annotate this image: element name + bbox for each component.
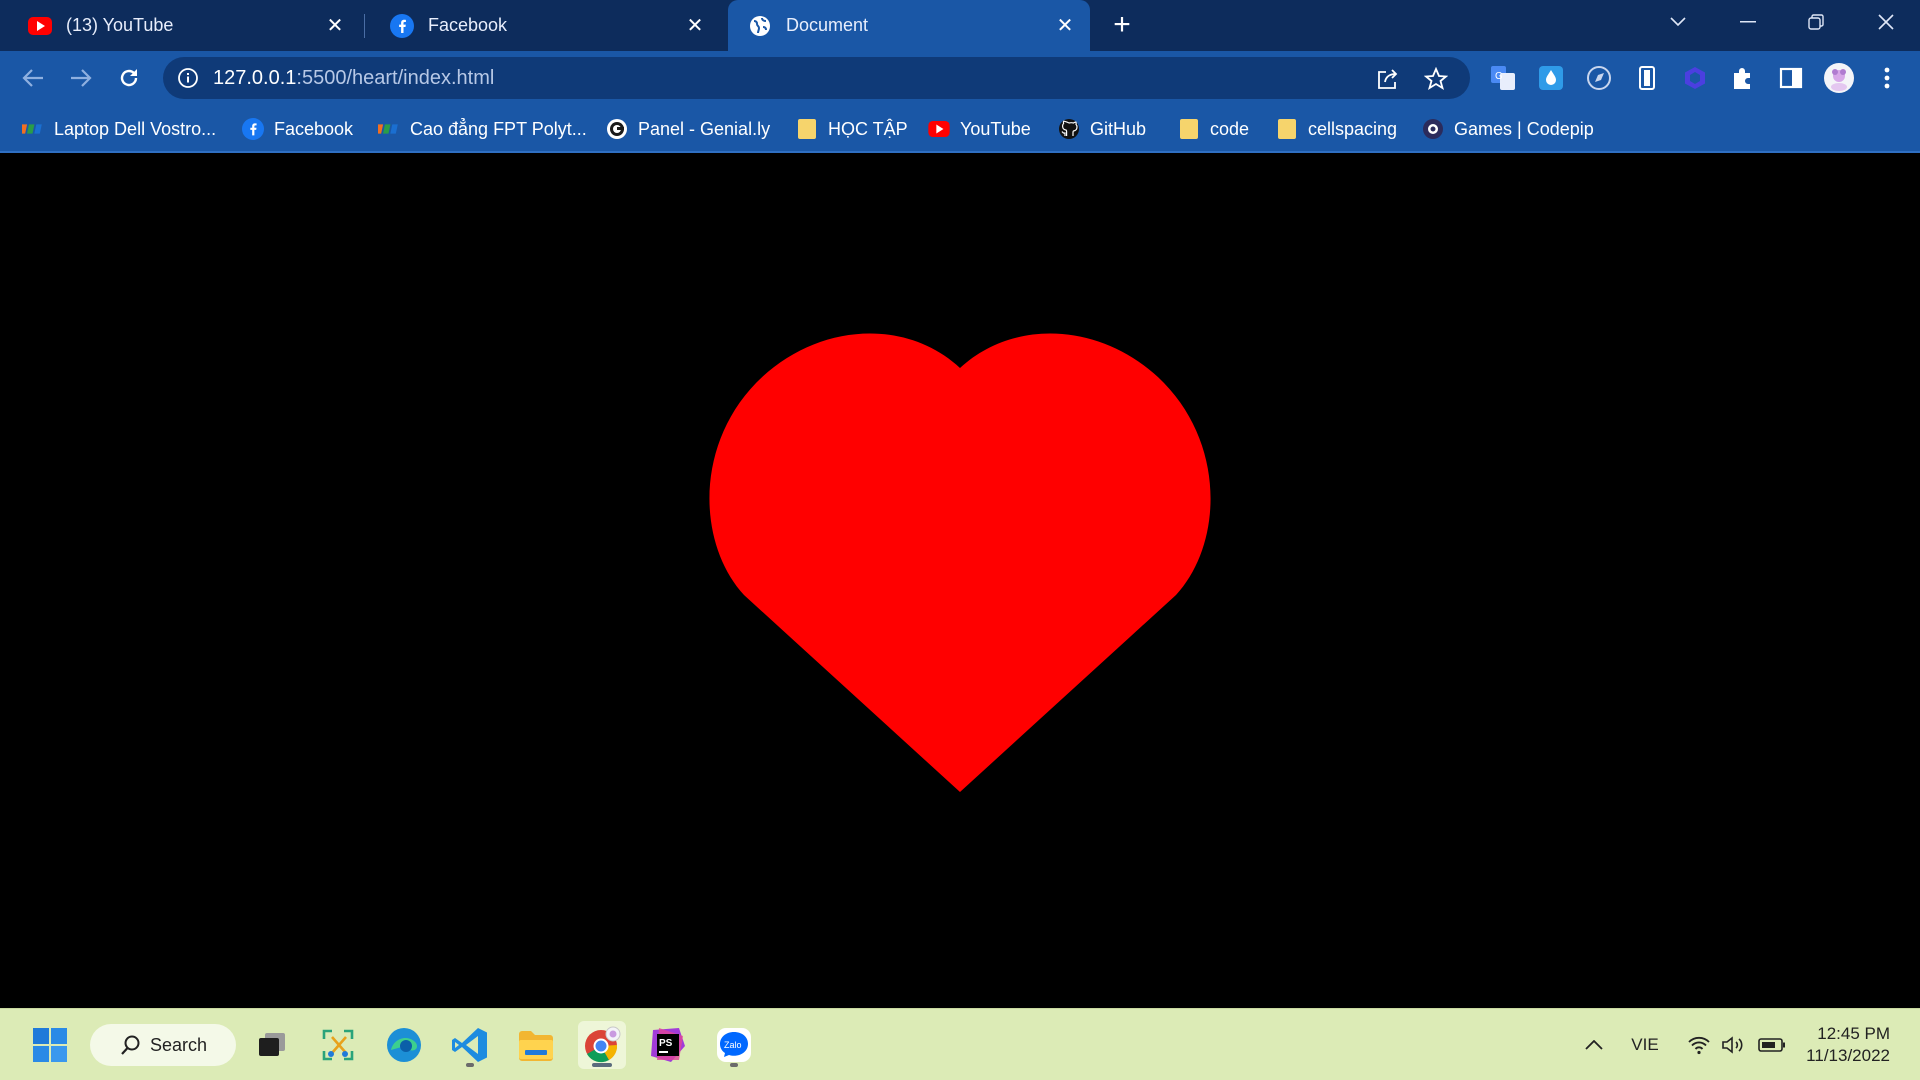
bookmark-star-icon[interactable] [1423,66,1449,92]
clock-time: 12:45 PM [1817,1024,1890,1043]
file-explorer-icon[interactable] [512,1021,560,1069]
folder-icon [1178,118,1200,140]
bookmark-github[interactable]: GitHub [1058,114,1146,144]
bookmark-folder-hoc-tap[interactable]: HỌC TẬP [796,114,908,144]
search-icon [121,1035,140,1055]
site-info-icon[interactable] [177,67,199,89]
forward-button[interactable] [66,63,96,93]
edge-icon[interactable] [380,1021,428,1069]
heart-shape [709,333,1211,792]
youtube-icon [28,14,52,38]
close-window-icon[interactable] [1858,0,1914,44]
close-tab-icon[interactable]: ✕ [1054,14,1076,37]
phpstorm-icon[interactable]: PS [644,1021,692,1069]
bookmark-label: Games | Codepip [1454,118,1594,139]
bookmark-facebook[interactable]: Facebook [242,114,353,144]
close-tab-icon[interactable]: ✕ [684,14,706,37]
google-translate-icon[interactable]: G [1488,63,1518,93]
taskbar: Search PS Zalo VIE 12:45 PM 11/13/2022 [0,1008,1920,1080]
codepip-icon [1422,118,1444,140]
language-indicator[interactable]: VIE [1622,1029,1668,1061]
restore-icon[interactable] [1788,0,1844,44]
zalo-icon[interactable]: Zalo [710,1021,758,1069]
wifi-icon[interactable] [1684,1029,1714,1061]
extensions-puzzle-icon[interactable] [1728,63,1758,93]
vscode-icon[interactable] [446,1021,494,1069]
github-icon [1058,118,1080,140]
facebook-icon [390,13,414,38]
fpt-icon [22,118,44,140]
bookmark-folder-cellspacing[interactable]: cellspacing [1276,114,1397,144]
bookmark-label: cellspacing [1308,118,1398,139]
clock-date: 11/13/2022 [1806,1046,1890,1065]
bookmark-laptop-dell[interactable]: Laptop Dell Vostro... [22,114,216,144]
browser-toolbar: 127.0.0.1:5500/heart/index.html G [0,51,1920,105]
bookmark-label: Panel - Genial.ly [638,118,771,139]
facebook-icon [242,118,264,140]
bookmark-genially[interactable]: Panel - Genial.ly [606,114,770,144]
bookmark-label: YouTube [960,118,1031,139]
compass-extension-icon[interactable] [1584,63,1614,93]
task-view-icon[interactable] [248,1021,296,1069]
system-clock[interactable]: 12:45 PM 11/13/2022 [1806,1023,1890,1067]
bookmarks-bar: Laptop Dell Vostro... Facebook Cao đẳng … [0,105,1920,153]
chrome-taskbar-icon[interactable] [578,1021,626,1069]
tab-title: Document [786,15,869,35]
url-host: 127.0.0.1 [213,67,297,89]
running-indicator [466,1063,474,1067]
search-label: Search [150,1034,208,1055]
tab-document[interactable]: Document ✕ [728,0,1090,51]
new-tab-button[interactable]: + [1108,10,1136,40]
tab-facebook[interactable]: Facebook ✕ [362,0,720,51]
svg-text:Zalo: Zalo [724,1040,742,1050]
bookmark-label: code [1210,118,1250,139]
taskbar-search[interactable]: Search [90,1024,236,1066]
bookmark-label: GitHub [1090,118,1147,139]
tab-strip: (13) YouTube ✕ Facebook ✕ Document ✕ + [0,0,1920,51]
profile-avatar[interactable] [1824,63,1854,93]
bookmark-folder-code[interactable]: code [1178,114,1249,144]
globe-icon [748,14,772,38]
battery-icon[interactable] [1756,1029,1788,1061]
folder-icon [796,118,818,140]
tab-title: (13) YouTube [66,15,174,35]
volume-icon[interactable] [1718,1029,1748,1061]
minimize-icon[interactable] [1720,0,1776,44]
more-menu-icon[interactable] [1872,63,1902,93]
close-tab-icon[interactable]: ✕ [324,14,346,37]
folder-icon [1276,118,1298,140]
side-panel-icon[interactable] [1776,63,1806,93]
running-indicator [730,1063,738,1067]
start-button[interactable] [26,1021,74,1069]
back-button[interactable] [18,63,48,93]
share-icon[interactable] [1375,66,1401,92]
genially-icon [606,118,628,140]
snipping-tool-icon[interactable] [314,1021,362,1069]
bookmark-label: Facebook [274,118,354,139]
bookmark-codepip[interactable]: Games | Codepip [1422,114,1594,144]
bookmark-label: Laptop Dell Vostro... [54,118,217,139]
bookmark-fpt-polytechnic[interactable]: Cao đẳng FPT Polyt... [378,114,587,144]
show-hidden-icons-icon[interactable] [1580,1029,1608,1061]
bookmark-youtube[interactable]: YouTube [928,114,1031,144]
page-viewport [0,155,1920,1008]
device-toggle-icon[interactable] [1632,63,1662,93]
reload-button[interactable] [114,63,144,93]
tab-title: Facebook [428,15,508,35]
youtube-icon [928,118,950,140]
windows-icon [33,1028,67,1062]
svg-text:G: G [1495,71,1503,82]
running-indicator [592,1063,612,1067]
fpt-icon [378,118,400,140]
colorzilla-icon[interactable] [1536,63,1566,93]
url-text[interactable]: 127.0.0.1:5500/heart/index.html [213,67,494,90]
address-bar[interactable]: 127.0.0.1:5500/heart/index.html [163,57,1470,99]
url-path: :5500/heart/index.html [296,67,495,89]
tab-search-icon[interactable] [1650,0,1706,44]
bookmark-label: Cao đẳng FPT Polyt... [410,118,587,139]
extension-hexagon-icon[interactable] [1680,63,1710,93]
svg-text:PS: PS [659,1038,673,1049]
tab-youtube[interactable]: (13) YouTube ✕ [0,0,360,51]
bookmark-label: HỌC TẬP [828,118,908,139]
